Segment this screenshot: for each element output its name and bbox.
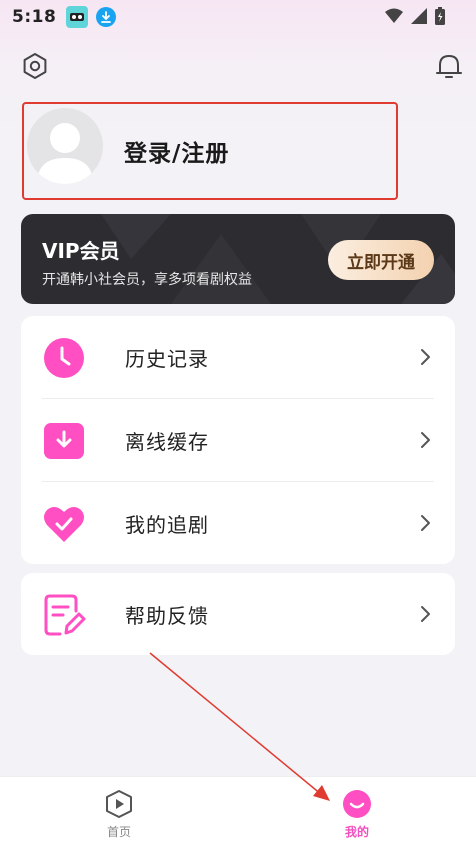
bottom-tab-bar: 首页 我的 <box>0 776 476 846</box>
menu-item-help-feedback[interactable]: 帮助反馈 <box>21 573 455 655</box>
vip-card[interactable]: VIP会员 开通韩小社会员，享多项看剧权益 立即开通 <box>21 214 455 304</box>
tab-mine[interactable]: 我的 <box>297 777 417 846</box>
settings-icon[interactable] <box>21 52 49 80</box>
menu-item-label: 离线缓存 <box>125 430 209 454</box>
status-time: 5:18 <box>12 7 57 27</box>
login-register-label[interactable]: 登录/注册 <box>124 134 229 168</box>
status-bar: 5:18 <box>0 0 476 34</box>
menu-item-label: 帮助反馈 <box>125 604 209 628</box>
menu-item-offline-cache[interactable]: 离线缓存 <box>21 399 455 481</box>
chevron-right-icon <box>421 606 430 622</box>
heart-icon <box>44 506 84 542</box>
feedback-icon <box>44 594 86 636</box>
download-icon <box>44 423 84 459</box>
message-bell-icon[interactable] <box>435 52 463 80</box>
battery-icon <box>435 7 445 25</box>
clock-icon <box>44 338 84 378</box>
chevron-right-icon <box>421 349 430 365</box>
menu-item-my-follows[interactable]: 我的追剧 <box>21 482 455 564</box>
login-profile-area[interactable]: 登录/注册 <box>22 102 398 200</box>
wifi-icon <box>385 8 403 23</box>
download-notification-icon <box>96 7 117 27</box>
app-notification-icon <box>66 6 89 28</box>
help-card: 帮助反馈 <box>21 573 455 655</box>
status-indicators <box>384 6 446 26</box>
signal-icon <box>411 8 427 24</box>
play-icon <box>106 790 132 818</box>
menu-item-label: 历史记录 <box>125 347 209 371</box>
chevron-right-icon <box>421 432 430 448</box>
menu-item-label: 我的追剧 <box>125 513 209 537</box>
chevron-right-icon <box>421 515 430 531</box>
menu-card: 历史记录 离线缓存 我的追剧 <box>21 316 455 564</box>
tab-label: 首页 <box>106 825 131 839</box>
vip-open-button[interactable]: 立即开通 <box>328 240 434 280</box>
tab-home[interactable]: 首页 <box>59 777 179 846</box>
smile-icon <box>343 790 371 818</box>
vip-subtitle: 开通韩小社会员，享多项看剧权益 <box>42 272 252 288</box>
vip-title: VIP会员 <box>42 239 120 263</box>
default-avatar-icon <box>37 123 93 184</box>
tab-label: 我的 <box>344 825 369 839</box>
menu-item-history[interactable]: 历史记录 <box>21 316 455 398</box>
avatar[interactable] <box>27 108 103 184</box>
